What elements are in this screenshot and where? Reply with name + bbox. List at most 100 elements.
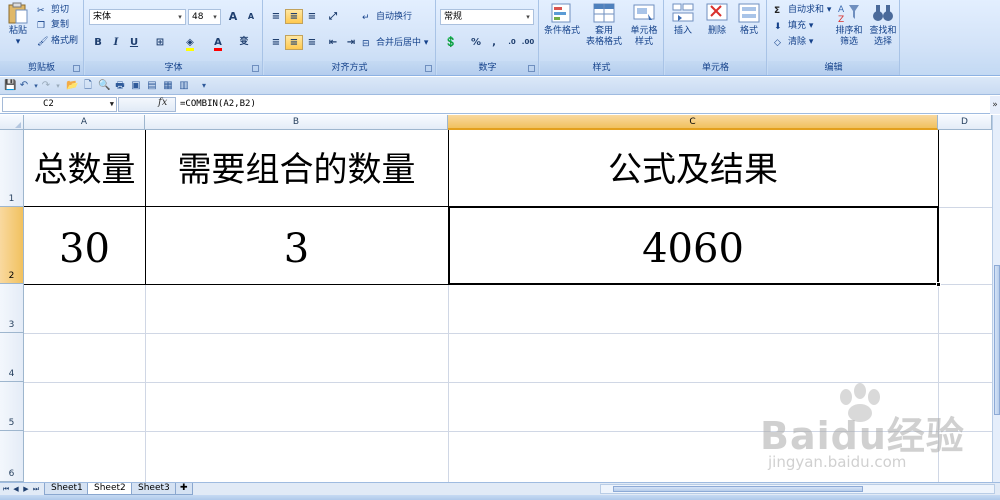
insert-button[interactable]: 插入 (667, 2, 699, 37)
sheet-tab-sheet3[interactable]: Sheet3 (131, 483, 177, 495)
print-preview-icon[interactable]: 🔍 (98, 80, 110, 92)
increase-indent-button[interactable]: ⇥ (342, 35, 360, 50)
column-header-b[interactable]: B (145, 115, 448, 130)
format-as-table-button[interactable]: 套用 表格格式 (584, 2, 624, 48)
last-sheet-icon[interactable]: ⏭ (32, 484, 40, 494)
percent-button[interactable]: % (467, 35, 485, 50)
cell-a2[interactable]: 30 (24, 207, 145, 284)
save-icon[interactable]: 💾 (4, 80, 16, 92)
number-format-select[interactable]: 常规 ▾ (440, 9, 534, 25)
orientation-button[interactable]: ⤢ (324, 9, 342, 24)
sheet-tab-bar: ⏮ ◀ ▶ ⏭ Sheet1 Sheet2 Sheet3 ✚ (0, 482, 1000, 495)
clear-button[interactable]: ◇ 清除 ▾ (774, 35, 813, 49)
paste-button[interactable]: 粘贴 ▾ (4, 2, 32, 48)
dialog-launcher-icon[interactable] (425, 65, 432, 72)
decrease-decimal-button[interactable]: .00 (519, 35, 537, 50)
chevron-down-icon[interactable]: ▾ (52, 80, 64, 92)
editing-group: Σ 自动求和 ▾ ⬇ 填充 ▾ ◇ 清除 ▾ A Z 排序和 筛选 查找和 选择 编辑 (768, 0, 900, 75)
copy-button[interactable]: ❐ 复制 (37, 18, 69, 32)
border-button[interactable]: ⊞ (151, 35, 169, 50)
italic-button[interactable]: I (107, 35, 125, 50)
chart-icon[interactable]: ▤ (146, 80, 158, 92)
grow-font-button[interactable]: A (224, 9, 242, 24)
screenshot-icon[interactable]: ▣ (130, 80, 142, 92)
format-painter-button[interactable]: 🖌 格式刷 (37, 34, 78, 48)
vertical-scroll-thumb[interactable] (994, 265, 1000, 415)
row-header-5[interactable]: 5 (0, 382, 24, 431)
horizontal-scroll-thumb[interactable] (613, 486, 863, 492)
vertical-scrollbar[interactable] (992, 115, 1000, 483)
new-icon[interactable]: 🗋 (82, 80, 94, 92)
formula-input[interactable]: =COMBIN(A2,B2) (180, 97, 990, 112)
find-select-button[interactable]: 查找和 选择 (866, 2, 900, 48)
column-header-d[interactable]: D (938, 115, 992, 130)
bar-chart-icon[interactable]: ▥ (178, 80, 190, 92)
sort-filter-button[interactable]: A Z 排序和 筛选 (832, 2, 866, 48)
insert-sheet-button[interactable]: ✚ (175, 483, 193, 495)
dialog-launcher-icon[interactable] (252, 65, 259, 72)
cell-c1[interactable]: 公式及结果 (448, 130, 938, 207)
fill-button[interactable]: ⬇ 填充 ▾ (774, 19, 813, 33)
comma-button[interactable]: , (485, 35, 503, 50)
open-icon[interactable]: 📂 (66, 80, 78, 92)
scissors-icon: ✂ (37, 6, 45, 16)
sheet-tab-sheet2[interactable]: Sheet2 (87, 483, 133, 495)
previous-sheet-icon[interactable]: ◀ (12, 484, 20, 494)
first-sheet-icon[interactable]: ⏮ (2, 484, 10, 494)
print-icon[interactable]: 🖶 (114, 80, 126, 92)
underline-button[interactable]: U (125, 35, 143, 50)
currency-button[interactable]: 💲 (440, 35, 462, 50)
dialog-launcher-icon[interactable] (73, 65, 80, 72)
merge-center-button[interactable]: ⊟ 合并后居中 ▾ (362, 36, 428, 50)
redo-icon[interactable]: ↷ (40, 80, 52, 92)
bold-button[interactable]: B (89, 35, 107, 50)
cell-b2[interactable]: 3 (145, 207, 448, 284)
next-sheet-icon[interactable]: ▶ (22, 484, 30, 494)
fill-handle[interactable] (936, 282, 941, 287)
cell-a1[interactable]: 总数量 (24, 130, 145, 207)
align-top-button[interactable]: ≡ (267, 9, 285, 24)
phonetic-button[interactable]: 变 (235, 35, 253, 50)
wrap-text-icon: ↵ (362, 13, 370, 23)
conditional-formatting-button[interactable]: 条件格式 (542, 2, 582, 37)
format-button[interactable]: 格式 (733, 2, 765, 37)
row-header-3[interactable]: 3 (0, 284, 24, 333)
font-size-select[interactable]: 48 ▾ (188, 9, 221, 25)
row-header-6[interactable]: 6 (0, 431, 24, 482)
customize-toolbar-icon[interactable]: ▾ (198, 80, 210, 92)
delete-button[interactable]: 删除 (701, 2, 733, 37)
cell-b1[interactable]: 需要组合的数量 (145, 130, 448, 207)
align-left-button[interactable]: ≡ (267, 35, 285, 50)
column-header-a[interactable]: A (24, 115, 145, 130)
undo-icon[interactable]: ↶ (18, 80, 30, 92)
insert-function-button[interactable]: fx (158, 97, 167, 108)
autosum-button[interactable]: Σ 自动求和 ▾ (774, 3, 831, 17)
name-box[interactable]: C2 ▼ (2, 97, 117, 112)
chevron-down-icon[interactable]: ▼ (110, 98, 114, 111)
align-middle-button[interactable]: ≡ (285, 9, 303, 24)
fill-color-button[interactable]: ◈ (181, 35, 199, 51)
gridline (145, 284, 146, 482)
expand-formula-bar-icon[interactable]: » (990, 96, 1000, 114)
horizontal-scrollbar[interactable] (600, 484, 995, 494)
row-header-4[interactable]: 4 (0, 333, 24, 382)
align-right-button[interactable]: ≡ (303, 35, 321, 50)
font-name-select[interactable]: 宋体 ▾ (89, 9, 186, 25)
dialog-launcher-icon[interactable] (528, 65, 535, 72)
column-header-c[interactable]: C (448, 115, 938, 130)
gridline (938, 284, 992, 285)
cell-styles-button[interactable]: 单元格 样式 (626, 2, 662, 48)
decrease-indent-button[interactable]: ⇤ (324, 35, 342, 50)
wrap-text-button[interactable]: ↵ 自动换行 (362, 10, 412, 24)
row-header-2[interactable]: 2 (0, 207, 24, 284)
sheet-tab-sheet1[interactable]: Sheet1 (44, 483, 90, 495)
clipboard-icon (8, 2, 28, 24)
align-bottom-button[interactable]: ≡ (303, 9, 321, 24)
row-header-1[interactable]: 1 (0, 130, 24, 207)
cut-button[interactable]: ✂ 剪切 (37, 3, 69, 17)
select-all-button[interactable] (0, 115, 24, 130)
shrink-font-button[interactable]: A (242, 9, 260, 24)
table-icon[interactable]: ▦ (162, 80, 174, 92)
font-color-button[interactable]: A (209, 35, 227, 51)
align-center-button[interactable]: ≡ (285, 35, 303, 50)
